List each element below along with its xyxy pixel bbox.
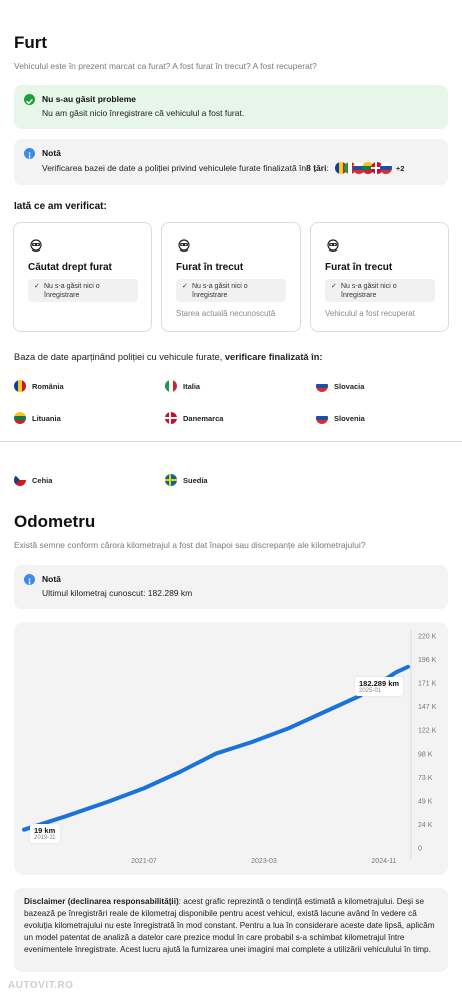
- info-icon: [24, 148, 35, 159]
- country-slovacia: Slovacia: [316, 380, 364, 392]
- annotation-end: 182.289 km 2025-01: [355, 677, 404, 696]
- flag-icon-sweden: [165, 474, 177, 486]
- check-icon: ✓: [34, 283, 40, 290]
- country-name: Suedia: [183, 475, 208, 485]
- country-slovenia: Slovenia: [316, 412, 365, 424]
- flag-icon-denmark: [165, 412, 177, 424]
- y-tick-label: 147 K: [418, 704, 437, 711]
- x-axis-ticks: 2021-07 2023-03 2024-11: [131, 858, 397, 865]
- note-alert-countries: Notă Verificarea bazei de date a poliție…: [14, 139, 448, 185]
- db-text-bold: verificare finalizată în:: [224, 352, 323, 362]
- info-icon: [24, 574, 35, 585]
- country-name: Cehia: [32, 475, 53, 485]
- no-issues-alert: Nu s-au găsit probleme Nu am găsit nicio…: [14, 85, 448, 129]
- card-title: Furat în trecut: [176, 262, 244, 273]
- country-name: Slovacia: [334, 381, 365, 391]
- country-name: Lituania: [32, 413, 61, 423]
- section-title-furt: Furt: [14, 33, 48, 52]
- disclaimer-title: Disclaimer (declinarea responsabilității…: [24, 897, 179, 906]
- y-tick-label: 171 K: [418, 681, 437, 688]
- mileage-points: [23, 666, 409, 830]
- annotation-value: 182.289 km: [359, 679, 400, 688]
- flag-icon-slovenia: [379, 162, 392, 174]
- furt-subtitle: Vehiculul este în prezent marcat ca fura…: [14, 61, 317, 71]
- country-danemarca: Danemarca: [165, 412, 223, 424]
- divider: [0, 441, 462, 442]
- card-result-pill: ✓ Nu s-a găsit nici o înregistrare: [176, 279, 286, 302]
- flag-icon-slovakia: [316, 380, 328, 392]
- odometru-subtitle: Există semne conform cărora kilometrajul…: [14, 540, 366, 550]
- y-axis-ticks: 0 24 K 49 K 73 K 98 K 122 K 147 K 171 K 196 K 220…: [418, 634, 437, 853]
- y-tick-label: 220 K: [418, 634, 437, 641]
- alert-text: Nu am găsit nicio înregistrare că vehicu…: [42, 108, 245, 118]
- annotation-date: 2019-11: [34, 835, 56, 841]
- country-name: România: [32, 381, 64, 391]
- thief-mask-icon: [30, 239, 42, 253]
- alert-text: Ultimul kilometraj cunoscut: 182.289 km: [42, 588, 193, 598]
- annotation-start: 19 km 2019-11: [30, 824, 60, 843]
- card-result-pill: ✓ Nu s-a găsit nici o înregistrare: [28, 279, 138, 302]
- more-countries-count[interactable]: +2: [396, 164, 405, 173]
- alert-title: Notă: [42, 574, 61, 584]
- check-card-wanted: Căutat drept furat ✓ Nu s-a găsit nici o …: [13, 222, 152, 332]
- country-name: Italia: [183, 381, 201, 391]
- odometer-chart: 0 24 K 49 K 73 K 98 K 122 K 147 K 171 K 196 K 220…: [14, 622, 448, 875]
- card-title: Furat în trecut: [325, 262, 393, 273]
- card-result-pill: ✓ Nu s-a găsit nici o înregistrare: [325, 279, 435, 302]
- alert-title: Notă: [42, 148, 61, 158]
- y-tick-label: 0: [418, 846, 422, 853]
- country-name: Slovenia: [334, 413, 365, 423]
- flag-icon-slovenia: [316, 412, 328, 424]
- y-tick-label: 49 K: [418, 798, 433, 805]
- card-result-text: Nu s-a găsit nici o înregistrare: [192, 283, 248, 299]
- flag-icon-italy: [165, 380, 177, 392]
- country-name: Danemarca: [183, 413, 224, 423]
- card-status-text: Vehiculul a fost recuperat: [325, 309, 415, 318]
- check-icon: ✓: [331, 283, 337, 290]
- y-tick-label: 196 K: [418, 657, 437, 664]
- card-status-text: Starea actuală necunoscută: [176, 309, 276, 318]
- alert-text-bold: 8 țări: [306, 163, 327, 173]
- check-card-recovered: Furat în trecut ✓ Nu s-a găsit nici o înr…: [310, 222, 449, 332]
- y-tick-label: 98 K: [418, 751, 433, 758]
- odometer-chart-svg: 0 24 K 49 K 73 K 98 K 122 K 147 K 171 K 196 K 220…: [22, 630, 437, 865]
- country-suedia: Suedia: [165, 474, 208, 486]
- card-title: Căutat drept furat: [28, 262, 112, 273]
- alert-title: Nu s-au găsit probleme: [42, 94, 136, 104]
- thief-mask-icon: [178, 239, 190, 253]
- x-tick-label: 2021-07: [131, 858, 157, 865]
- db-text-prefix: Baza de date aparținând poliției cu vehi…: [14, 352, 225, 362]
- annotation-date: 2025-01: [359, 688, 382, 694]
- disclaimer-box: Disclaimer (declinarea responsabilității…: [14, 888, 448, 972]
- y-tick-label: 73 K: [418, 775, 433, 782]
- check-icon: ✓: [182, 283, 188, 290]
- section-title-odometru: Odometru: [14, 512, 96, 531]
- country-italia: Italia: [165, 380, 200, 392]
- x-tick-label: 2023-03: [251, 858, 277, 865]
- y-tick-label: 122 K: [418, 728, 437, 735]
- flag-icon-czechia: [14, 474, 26, 486]
- note-alert-mileage: Notă Ultimul kilometraj cunoscut: 182.28…: [14, 565, 448, 609]
- alert-text: Verificarea bazei de date a poliției pri…: [42, 163, 307, 173]
- annotation-value: 19 km: [34, 826, 56, 835]
- country-cehia: Cehia: [14, 474, 52, 486]
- flag-icon-romania: [14, 380, 26, 392]
- flag-icon-lithuania: [14, 412, 26, 424]
- check-card-stolen-past: Furat în trecut ✓ Nu s-a găsit nici o înr…: [161, 222, 301, 332]
- checked-heading: Iată ce am verificat:: [14, 201, 107, 212]
- mileage-line: [22, 664, 410, 832]
- alert-text-suffix: :: [326, 163, 329, 173]
- country-lituania: Lituania: [14, 412, 61, 424]
- x-tick-label: 2024-11: [371, 858, 396, 865]
- card-result-text: Nu s-a găsit nici o înregistrare: [341, 283, 397, 299]
- country-romania: România: [14, 380, 64, 392]
- db-text: Baza de date aparținând poliției cu vehi…: [14, 352, 323, 362]
- flag-stack: [334, 162, 392, 174]
- watermark-logo: AUTOVIT.RO: [8, 980, 74, 991]
- thief-mask-icon: [327, 239, 339, 253]
- y-tick-label: 24 K: [418, 822, 433, 829]
- card-result-text: Nu s-a găsit nici o înregistrare: [44, 283, 100, 299]
- check-circle-icon: [24, 94, 35, 105]
